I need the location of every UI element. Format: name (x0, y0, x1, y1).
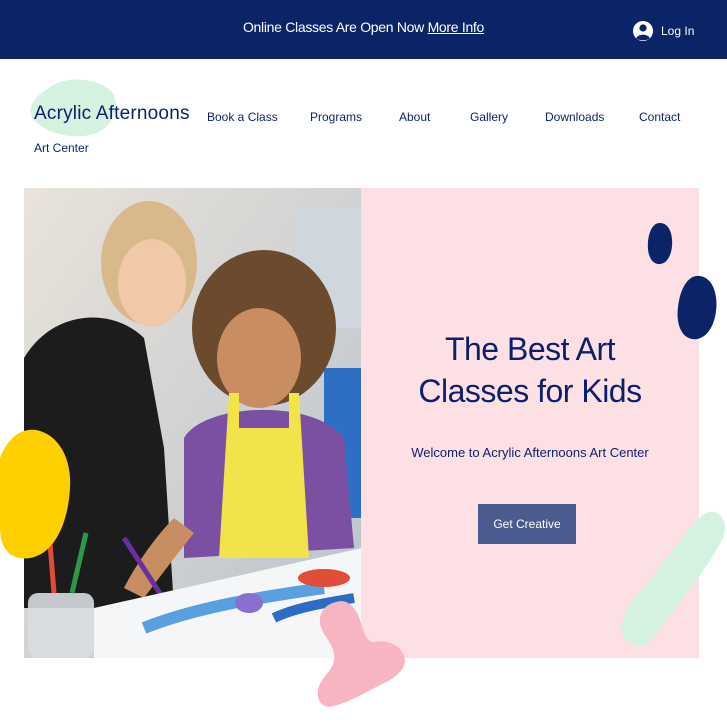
yellow-blob (0, 429, 71, 559)
nav-book-a-class[interactable]: Book a Class (207, 110, 278, 124)
more-info-link[interactable]: More Info (428, 19, 485, 35)
hero-subtitle: Welcome to Acrylic Afternoons Art Center (411, 445, 649, 460)
get-creative-button[interactable]: Get Creative (478, 504, 576, 544)
nav-gallery[interactable]: Gallery (470, 110, 508, 124)
logo-name: Acrylic Afternoons (34, 103, 190, 124)
hero-title-line1: The Best Art (444, 331, 616, 367)
hero-title: The Best Art Classes for Kids (361, 328, 699, 412)
announcement: Online Classes Are Open Now More Info (0, 19, 727, 35)
mint-brushstroke (621, 511, 725, 646)
login-button[interactable]: Log In (633, 18, 694, 44)
nav-about[interactable]: About (399, 110, 430, 124)
logo-subtitle: Art Center (34, 141, 89, 155)
hero-photo-illustration (24, 188, 362, 658)
user-icon (633, 21, 653, 41)
hero-image (24, 188, 362, 658)
announcement-bar: Online Classes Are Open Now More Info Lo… (0, 0, 727, 59)
nav-downloads[interactable]: Downloads (545, 110, 604, 124)
pink-brushstroke (317, 601, 405, 707)
login-label: Log In (661, 24, 695, 38)
navy-blob-small (647, 223, 673, 265)
nav-programs[interactable]: Programs (310, 110, 362, 124)
announcement-text: Online Classes Are Open Now (242, 19, 428, 35)
hero-title-line2: Classes for Kids (418, 373, 642, 409)
site-logo[interactable]: Acrylic Afternoons Art Center (30, 79, 190, 155)
nav-contact[interactable]: Contact (639, 110, 680, 124)
